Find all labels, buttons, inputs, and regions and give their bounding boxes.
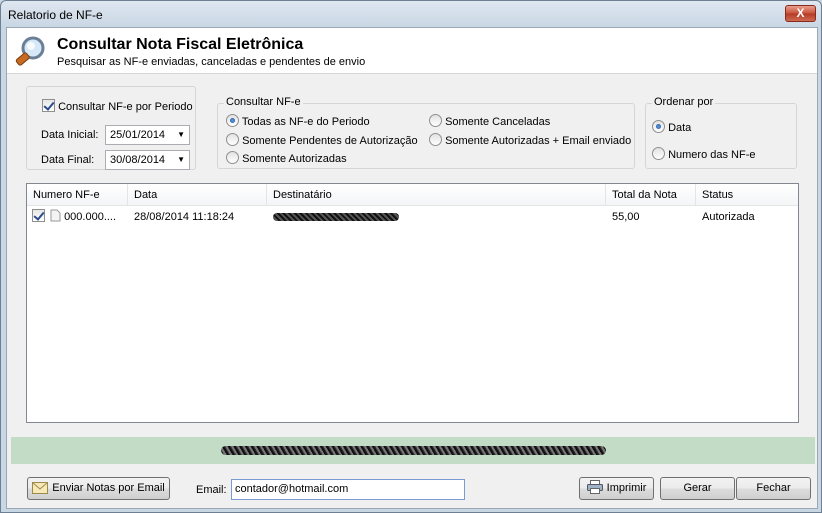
document-icon: [50, 209, 61, 222]
nfe-table[interactable]: Numero NF-e Data Destinatário Total da N…: [26, 183, 799, 423]
redacted-mark: [273, 213, 399, 222]
envelope-icon: [32, 482, 49, 494]
close-button[interactable]: Fechar: [736, 477, 811, 500]
radio-order-date[interactable]: Data: [652, 120, 691, 134]
numero-value: 000.000....: [64, 211, 117, 223]
email-field[interactable]: contador@hotmail.com: [231, 479, 465, 500]
radio-order-date-label: Data: [668, 122, 692, 134]
redacted-mark: [220, 445, 606, 455]
end-date-value: 30/08/2014: [110, 154, 166, 166]
order-legend: Ordenar por: [652, 96, 716, 108]
radio-pending-label: Somente Pendentes de Autorização: [242, 135, 418, 147]
page-title: Consultar Nota Fiscal Eletrônica: [57, 36, 304, 53]
email-label: Email:: [196, 484, 227, 496]
start-date-picker[interactable]: 25/01/2014 ▼: [105, 125, 190, 145]
consult-legend: Consultar NF-e: [224, 96, 303, 108]
cell-data: 28/08/2014 11:18:24: [134, 211, 235, 223]
end-date-picker[interactable]: 30/08/2014 ▼: [105, 150, 190, 170]
order-group: Ordenar por Data Numero das NF-e: [645, 96, 797, 169]
magnifier-icon: [15, 36, 45, 66]
send-email-button[interactable]: Enviar Notas por Email: [27, 477, 170, 500]
consult-group: Consultar NF-e Todas as NF-e do Periodo …: [217, 96, 635, 169]
column-numero[interactable]: Numero NF-e: [27, 184, 128, 206]
period-checkbox[interactable]: Consultar NF-e por Periodo: [42, 99, 193, 113]
page-subtitle: Pesquisar as NF-e enviadas, canceladas e…: [57, 56, 366, 68]
radio-order-date-icon[interactable]: [652, 120, 665, 133]
status-strip: [11, 437, 815, 464]
generate-button[interactable]: Gerar: [660, 477, 735, 500]
radio-pending-icon[interactable]: [226, 133, 239, 146]
column-destinatario[interactable]: Destinatário: [267, 184, 606, 206]
window-title: Relatorio de NF-e: [8, 8, 103, 22]
row-checkbox[interactable]: [32, 209, 45, 222]
radio-authorized-email-icon[interactable]: [429, 133, 442, 146]
radio-authorized-icon[interactable]: [226, 151, 239, 164]
radio-pending[interactable]: Somente Pendentes de Autorização: [226, 133, 418, 147]
cell-status: Autorizada: [702, 211, 755, 223]
start-date-label: Data Inicial:: [41, 129, 99, 141]
client-area: Consultar Nota Fiscal Eletrônica Pesquis…: [6, 27, 818, 509]
period-checkbox-label: Consultar NF-e por Periodo: [58, 101, 193, 113]
cell-numero: 000.000....: [27, 207, 128, 227]
chevron-down-icon[interactable]: ▼: [177, 130, 185, 139]
radio-all-period[interactable]: Todas as NF-e do Periodo: [226, 114, 370, 128]
chevron-down-icon[interactable]: ▼: [177, 155, 185, 164]
radio-authorized[interactable]: Somente Autorizadas: [226, 151, 347, 165]
radio-authorized-label: Somente Autorizadas: [242, 153, 347, 165]
send-email-label: Enviar Notas por Email: [52, 482, 165, 494]
end-date-label: Data Final:: [41, 154, 95, 166]
radio-order-number[interactable]: Numero das NF-e: [652, 147, 755, 161]
printer-icon: [586, 480, 603, 494]
radio-cancelled-label: Somente Canceladas: [445, 116, 551, 128]
column-data[interactable]: Data: [128, 184, 267, 206]
cell-destinatario: [267, 207, 606, 227]
column-status[interactable]: Status: [696, 184, 798, 206]
start-date-value: 25/01/2014: [110, 129, 166, 141]
window-close-button[interactable]: X: [785, 5, 816, 22]
period-group: Consultar NF-e por Periodo Data Inicial:…: [26, 86, 196, 170]
print-button[interactable]: Imprimir: [579, 477, 654, 500]
cell-total: 55,00: [612, 211, 640, 223]
table-row[interactable]: 000.000.... 28/08/2014 11:18:24 55,00 Au…: [27, 207, 798, 227]
column-total[interactable]: Total da Nota: [606, 184, 696, 206]
radio-all-period-label: Todas as NF-e do Periodo: [241, 116, 370, 128]
radio-authorized-email[interactable]: Somente Autorizadas + Email enviado: [429, 133, 631, 147]
radio-order-number-label: Numero das NF-e: [668, 149, 756, 161]
radio-cancelled[interactable]: Somente Canceladas: [429, 114, 550, 128]
period-check-icon[interactable]: [42, 99, 55, 112]
radio-order-number-icon[interactable]: [652, 147, 665, 160]
dialog-window: Relatorio de NF-e X Consultar Nota Fisca…: [0, 0, 822, 513]
header-panel: Consultar Nota Fiscal Eletrônica Pesquis…: [7, 28, 817, 74]
radio-all-period-icon[interactable]: [226, 114, 239, 127]
print-label: Imprimir: [606, 482, 647, 494]
title-bar[interactable]: Relatorio de NF-e X: [1, 1, 821, 28]
table-header: Numero NF-e Data Destinatário Total da N…: [27, 184, 798, 206]
radio-cancelled-icon[interactable]: [429, 114, 442, 127]
radio-authorized-email-label: Somente Autorizadas + Email enviado: [445, 135, 632, 147]
